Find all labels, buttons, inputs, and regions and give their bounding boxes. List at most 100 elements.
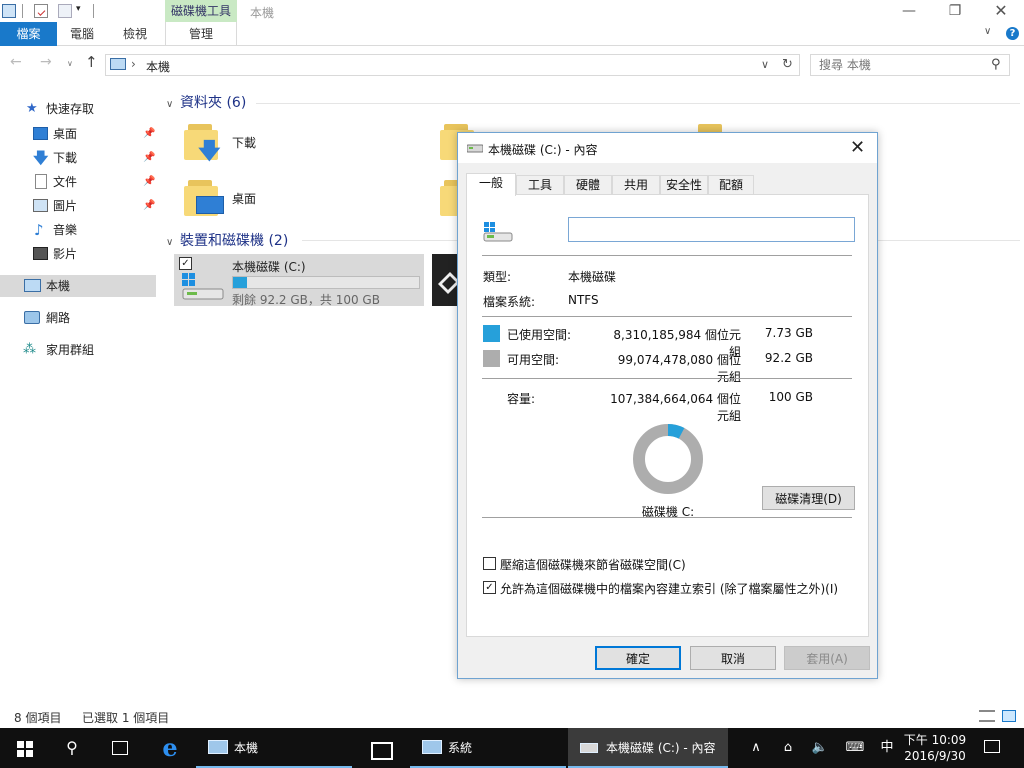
quick-access-dropdown-icon[interactable]: ▾ — [76, 4, 81, 14]
chevron-down-icon[interactable]: ∨ — [166, 99, 180, 110]
show-hidden-icons-chevron-icon[interactable]: ∧ — [744, 728, 768, 768]
network-icon[interactable]: ⌂ — [774, 728, 802, 768]
sidebar-item-network[interactable]: 網路 — [0, 307, 156, 329]
compress-label[interactable]: 壓縮這個磁碟機來節省磁碟空間(C) — [500, 556, 686, 573]
drive-tools-context-label: 磁碟機工具 — [165, 0, 237, 22]
cancel-button[interactable]: 取消 — [690, 646, 776, 670]
up-button[interactable]: ↑ — [85, 53, 98, 71]
computer-icon[interactable] — [2, 4, 16, 18]
refresh-button[interactable]: ↻ — [782, 57, 793, 72]
task-view-icon[interactable] — [96, 728, 144, 768]
apply-button[interactable]: 套用(A) — [784, 646, 870, 670]
taskbar-item-this-pc[interactable]: 本機 — [196, 728, 352, 768]
close-icon[interactable]: ✕ — [850, 137, 865, 158]
index-checkbox[interactable]: ✓ — [483, 581, 496, 594]
folders-group-header[interactable]: ∨ 資料夾 (6) — [166, 92, 246, 114]
tab-general[interactable]: 一般 — [466, 173, 516, 196]
taskbar: ⚲ e 本機 系統 本機磁碟 (C:) - 內容 ∧ ⌂ 🔈 ⌨ 中 下午 10… — [0, 728, 1024, 768]
sidebar-item-downloads[interactable]: 🡇 下載 📌 — [0, 147, 156, 169]
sidebar-item-videos[interactable]: 影片 — [0, 243, 156, 265]
tab-tools[interactable]: 工具 — [516, 175, 564, 195]
sidebar-item-label: 快速存取 — [46, 102, 95, 116]
taskbar-item-system[interactable]: 系統 — [410, 728, 566, 768]
maximize-button[interactable]: ❐ — [932, 0, 978, 24]
tab-sharing[interactable]: 共用 — [612, 175, 660, 195]
forward-button[interactable]: → — [40, 54, 52, 70]
properties-icon[interactable] — [34, 4, 48, 18]
tiles-view-icon[interactable] — [1002, 710, 1016, 722]
sidebar-item-desktop[interactable]: 桌面 📌 — [0, 123, 156, 145]
breadcrumb-this-pc[interactable]: 本機 — [146, 58, 170, 75]
sidebar-item-label: 桌面 — [53, 127, 78, 141]
navigation-bar: ← → ∨ ↑ › 本機 ∨ ↻ ⚲ — [0, 48, 1024, 80]
tab-security[interactable]: 安全性 — [660, 175, 708, 195]
tab-computer[interactable]: 電腦 — [57, 22, 107, 46]
tab-manage[interactable]: 管理 — [165, 22, 237, 46]
item-count: 8 個項目 — [14, 711, 62, 725]
pin-icon[interactable]: 📌 — [143, 195, 155, 217]
start-button[interactable] — [0, 728, 48, 768]
divider — [256, 103, 1020, 104]
close-button[interactable]: ✕ — [978, 0, 1024, 24]
tab-hardware[interactable]: 硬體 — [564, 175, 612, 195]
free-space-ring — [633, 424, 703, 494]
navigation-pane: ★ 快速存取 桌面 📌 🡇 下載 📌 文件 📌 圖片 📌 ♪ 音樂 影片 本機 … — [0, 96, 158, 696]
tab-file[interactable]: 檔案 — [0, 22, 57, 46]
divider — [482, 316, 852, 317]
title-bar: ▾ 磁碟機工具 本機 — ❐ ✕ — [0, 0, 1024, 24]
volume-label-input[interactable] — [568, 217, 855, 242]
expand-ribbon-chevron-icon[interactable]: ∨ — [984, 26, 991, 37]
sidebar-item-label: 網路 — [46, 311, 71, 325]
edge-browser-icon[interactable]: e — [146, 728, 194, 768]
back-button[interactable]: ← — [10, 54, 22, 70]
pin-icon[interactable]: 📌 — [143, 171, 155, 193]
disk-cleanup-button[interactable]: 磁碟清理(D) — [762, 486, 855, 510]
clock-date: 2016/9/30 — [904, 749, 966, 763]
compress-checkbox[interactable] — [483, 557, 496, 570]
ok-button[interactable]: 確定 — [595, 646, 681, 670]
breadcrumb-chevron-icon[interactable]: › — [131, 57, 136, 71]
tab-view[interactable]: 檢視 — [112, 22, 158, 46]
sidebar-item-pictures[interactable]: 圖片 📌 — [0, 195, 156, 217]
details-view-icon[interactable] — [979, 710, 995, 722]
folder-desktop[interactable]: 桌面 — [184, 178, 424, 228]
search-box[interactable]: ⚲ — [810, 54, 1010, 76]
touch-keyboard-icon[interactable]: ⌨ — [840, 728, 870, 768]
search-icon[interactable]: ⚲ — [48, 728, 96, 768]
hard-drive-windows-icon — [182, 273, 224, 300]
sidebar-item-documents[interactable]: 文件 📌 — [0, 171, 156, 193]
search-icon[interactable]: ⚲ — [991, 57, 1001, 72]
sidebar-item-music[interactable]: ♪ 音樂 — [0, 219, 156, 241]
sidebar-item-this-pc[interactable]: 本機 — [0, 275, 156, 297]
clock-time: 下午 10:09 — [903, 733, 967, 747]
ime-indicator[interactable]: 中 — [874, 728, 900, 768]
selection-checkbox[interactable]: ✓ — [179, 257, 192, 270]
pin-icon[interactable]: 📌 — [143, 147, 155, 169]
clock[interactable]: 下午 10:09 2016/9/30 — [902, 728, 968, 768]
pin-icon[interactable]: 📌 — [143, 123, 155, 145]
sidebar-item-homegroup[interactable]: ⁂ 家用群組 — [0, 339, 156, 361]
tab-quota[interactable]: 配額 — [708, 175, 754, 195]
sidebar-item-label: 文件 — [53, 175, 78, 189]
folder-downloads[interactable]: 🡇 下載 — [184, 122, 424, 172]
dialog-title-bar: 本機磁碟 (C:) - 內容 ✕ — [458, 133, 877, 163]
action-center-icon[interactable] — [976, 728, 1008, 768]
address-bar[interactable]: › 本機 ∨ ↻ — [105, 54, 800, 76]
free-space-gb: 92.2 GB — [764, 351, 813, 365]
new-folder-icon[interactable] — [58, 4, 72, 18]
chevron-down-icon[interactable]: ∨ — [166, 237, 180, 248]
store-icon[interactable] — [356, 728, 404, 768]
minimize-button[interactable]: — — [886, 0, 932, 24]
address-dropdown-chevron-icon[interactable]: ∨ — [761, 58, 769, 71]
help-icon[interactable]: ? — [1006, 27, 1019, 40]
search-input[interactable] — [819, 56, 979, 74]
devices-group-header[interactable]: ∨ 裝置和磁碟機 (2) — [166, 230, 288, 252]
volume-icon[interactable]: 🔈 — [806, 728, 834, 768]
capacity-bytes: 107,384,664,064 個位元組 — [610, 392, 741, 423]
drive-c-tile[interactable]: ✓ 本機磁碟 (C:) 剩餘 92.2 GB，共 100 GB — [174, 254, 424, 307]
recent-locations-chevron-icon[interactable]: ∨ — [67, 59, 73, 68]
group-title: 資料夾 (6) — [180, 95, 247, 111]
taskbar-item-drive-properties[interactable]: 本機磁碟 (C:) - 內容 — [568, 728, 728, 768]
sidebar-item-quick-access[interactable]: ★ 快速存取 — [0, 98, 156, 120]
index-label[interactable]: 允許為這個磁碟機中的檔案內容建立索引 (除了檔案屬性之外)(I) — [500, 580, 838, 597]
